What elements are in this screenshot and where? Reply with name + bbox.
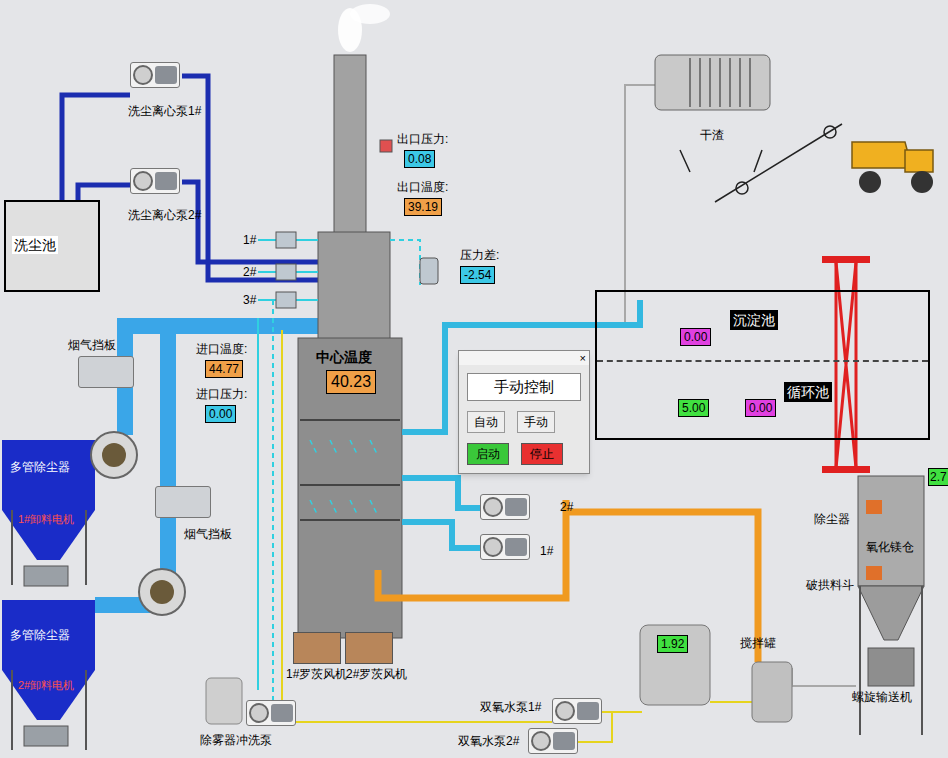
- scada-screen: 洗尘池 洗尘离心泵1# 洗尘离心泵2# 1# 2# 3# 出口压力: 0.08 出口温度: 39.…: [0, 0, 948, 758]
- inlet-pressure-value: 0.00: [205, 405, 236, 423]
- mode-button[interactable]: 自动: [467, 411, 505, 433]
- wash-pump-label: 洗尘离心泵1#: [128, 104, 201, 119]
- hopper-label: 破拱料斗: [806, 578, 854, 593]
- pool-divider: [597, 360, 928, 362]
- peroxide-pump-label: 双氧水泵1#: [480, 700, 541, 715]
- dialog-heading: 手动控制: [467, 373, 581, 401]
- silo-label: 氧化镁仓: [866, 540, 914, 555]
- peroxide-tank-value: 1.92: [657, 635, 688, 653]
- wash-pump-label: 洗尘离心泵2#: [128, 208, 201, 223]
- inlet-temperature-label: 进口温度:: [196, 342, 247, 357]
- dust-collector-label: 多管除尘器: [10, 628, 70, 643]
- discharge-motor-label: 1#卸料电机: [18, 512, 74, 526]
- dry-slag-label: 干渣: [700, 128, 724, 143]
- pool-reading: 5.00: [678, 399, 709, 417]
- center-temperature-label: 中心温度: [316, 348, 372, 366]
- mist-pump-label: 除雾器冲洗泵: [200, 733, 272, 748]
- pump-icon: [480, 494, 530, 520]
- pump-icon: [130, 168, 180, 194]
- inlet-temperature-value: 44.77: [205, 360, 243, 378]
- spray-level-label: 2#: [243, 265, 256, 280]
- flue-damper-icon: [78, 356, 134, 388]
- dust-remover-label: 除尘器: [814, 512, 850, 527]
- roots-blower-label: 1#罗茨风机: [286, 667, 347, 682]
- outlet-temperature-label: 出口温度:: [397, 180, 448, 195]
- wash-pool-label: 洗尘池: [12, 236, 58, 254]
- flue-damper-label: 烟气挡板: [184, 527, 232, 542]
- pump-icon: [528, 728, 578, 754]
- pool-reading: 0.00: [745, 399, 776, 417]
- silo-value: 2.7: [928, 468, 948, 486]
- outlet-pressure-label: 出口压力:: [397, 132, 448, 147]
- circ-pump-label: 1#: [540, 544, 553, 559]
- outlet-pressure-value: 0.08: [404, 150, 435, 168]
- roots-blower-label: 2#罗茨风机: [346, 667, 407, 682]
- pressure-diff-value: -2.54: [460, 266, 495, 284]
- spray-level-label: 3#: [243, 293, 256, 308]
- stop-button[interactable]: 停止: [521, 443, 563, 465]
- conveyor-label: 螺旋输送机: [852, 690, 912, 705]
- pool-label: 沉淀池: [730, 310, 778, 330]
- dust-collector-label: 多管除尘器: [10, 460, 70, 475]
- pressure-diff-label: 压力差:: [460, 248, 499, 263]
- discharge-motor-label: 2#卸料电机: [18, 678, 74, 692]
- pool-reading: 0.00: [680, 328, 711, 346]
- close-button[interactable]: ×: [580, 352, 586, 364]
- roots-blower-icon: [293, 632, 341, 664]
- pump-icon: [130, 62, 180, 88]
- inlet-pressure-label: 进口压力:: [196, 387, 247, 402]
- pump-icon: [552, 698, 602, 724]
- spray-level-label: 1#: [243, 233, 256, 248]
- center-temperature-value: 40.23: [326, 370, 376, 394]
- mode-button[interactable]: 手动: [517, 411, 555, 433]
- circ-pump-label: 2#: [560, 500, 573, 515]
- pump-icon: [480, 534, 530, 560]
- flue-damper-label: 烟气挡板: [68, 338, 116, 353]
- mixing-tank-label: 搅拌罐: [740, 636, 776, 651]
- peroxide-pump-label: 双氧水泵2#: [458, 734, 519, 749]
- start-button[interactable]: 启动: [467, 443, 509, 465]
- wash-pool: 洗尘池: [4, 200, 100, 292]
- pump-icon: [246, 700, 296, 726]
- manual-control-dialog: × 手动控制自动手动启动停止: [458, 350, 590, 474]
- outlet-temperature-value: 39.19: [404, 198, 442, 216]
- roots-blower-icon: [345, 632, 393, 664]
- pool-label: 循环池: [784, 382, 832, 402]
- dialog-titlebar: ×: [459, 351, 589, 365]
- flue-damper-icon: [155, 486, 211, 518]
